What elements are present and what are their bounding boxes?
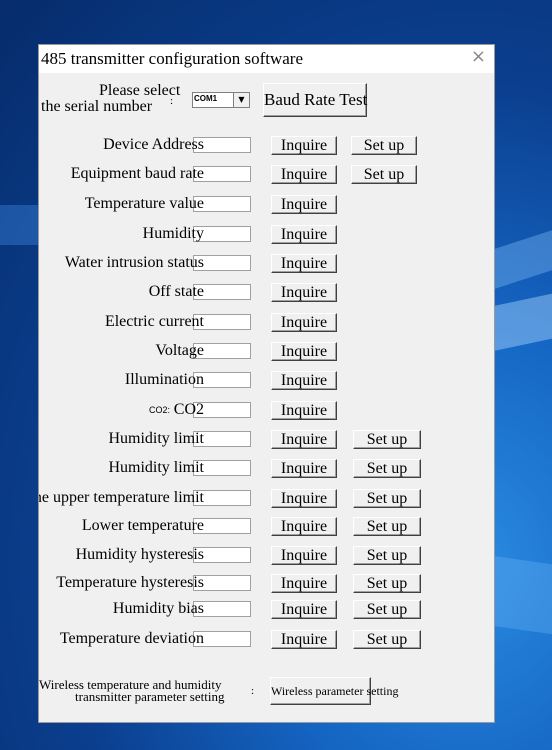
inquire-button[interactable]: Inquire (271, 546, 337, 565)
desktop-light-beam (492, 555, 552, 635)
inquire-button[interactable]: Inquire (271, 600, 337, 619)
inquire-button[interactable]: Inquire (271, 342, 337, 361)
chevron-down-icon[interactable]: ▼ (233, 93, 249, 107)
parameter-label: Voltage (155, 342, 204, 359)
setup-button[interactable]: Set up (353, 459, 421, 478)
parameter-label: Humidity (142, 225, 204, 242)
inquire-button[interactable]: Inquire (271, 283, 337, 302)
serial-colon: : (170, 95, 174, 107)
inquire-button[interactable]: Inquire (271, 371, 337, 390)
parameter-label: Illumination (124, 371, 204, 388)
setup-button[interactable]: Set up (351, 165, 417, 184)
parameter-label: Humidity hysteresis (75, 546, 204, 563)
inquire-button[interactable]: Inquire (271, 630, 337, 649)
setup-button[interactable]: Set up (353, 489, 421, 508)
inquire-button[interactable]: Inquire (271, 459, 337, 478)
baud-rate-test-button[interactable]: Baud Rate Test (263, 83, 367, 117)
setup-button[interactable]: Set up (353, 600, 421, 619)
co2-small-label: CO2: (149, 405, 171, 415)
serial-port-value: COM1 (194, 94, 218, 103)
inquire-button[interactable]: Inquire (271, 165, 337, 184)
desktop-light-beam (0, 205, 38, 245)
setup-button[interactable]: Set up (351, 136, 417, 155)
inquire-button[interactable]: Inquire (271, 313, 337, 332)
inquire-button[interactable]: Inquire (271, 401, 337, 420)
parameter-label: Equipment baud rate (70, 165, 204, 182)
window-title: 485 transmitter configuration software (41, 49, 304, 68)
wireless-label-line2: transmitter parameter setting (75, 689, 225, 704)
inquire-button[interactable]: Inquire (271, 195, 337, 214)
close-icon[interactable]: × (471, 46, 486, 67)
parameter-label: Humidity limit (108, 459, 204, 476)
parameter-label: Temperature hysteresis (56, 574, 204, 591)
inquire-button[interactable]: Inquire (271, 254, 337, 273)
wireless-parameter-setting-button[interactable]: Wireless parameter setting (270, 677, 398, 705)
parameter-label: Temperature deviation (59, 630, 204, 647)
parameter-label: Humidity limit (108, 430, 204, 447)
config-window: 485 transmitter configuration software ×… (38, 44, 495, 723)
parameter-label: Device Address (103, 136, 204, 153)
desktop-light-beam (492, 230, 552, 290)
inquire-button[interactable]: Inquire (271, 136, 337, 155)
inquire-button[interactable]: Inquire (271, 430, 337, 449)
parameter-label: Water intrusion status (64, 254, 204, 271)
parameter-label: Temperature value (84, 195, 204, 212)
setup-button[interactable]: Set up (353, 430, 421, 449)
inquire-button[interactable]: Inquire (271, 517, 337, 536)
serial-label-line2: the serial number (41, 98, 153, 115)
setup-button[interactable]: Set up (353, 574, 421, 593)
title-bar: 485 transmitter configuration software × (39, 45, 494, 73)
parameter-label: Humidity bias (112, 600, 204, 617)
setup-button[interactable]: Set up (353, 546, 421, 565)
inquire-button[interactable]: Inquire (271, 225, 337, 244)
parameter-label: The upper temperature limit (38, 489, 204, 506)
setup-button[interactable]: Set up (353, 630, 421, 649)
parameter-label: CO2 (173, 401, 204, 418)
inquire-button[interactable]: Inquire (271, 489, 337, 508)
inquire-button[interactable]: Inquire (271, 574, 337, 593)
wireless-colon: : (251, 685, 255, 697)
setup-button[interactable]: Set up (353, 517, 421, 536)
serial-port-select[interactable]: COM1 ▼ (192, 92, 250, 108)
parameter-label: Lower temperature (81, 517, 204, 534)
desktop-light-beam (492, 293, 552, 352)
parameter-label: Off state (148, 283, 204, 300)
parameter-label: Electric current (104, 313, 204, 330)
